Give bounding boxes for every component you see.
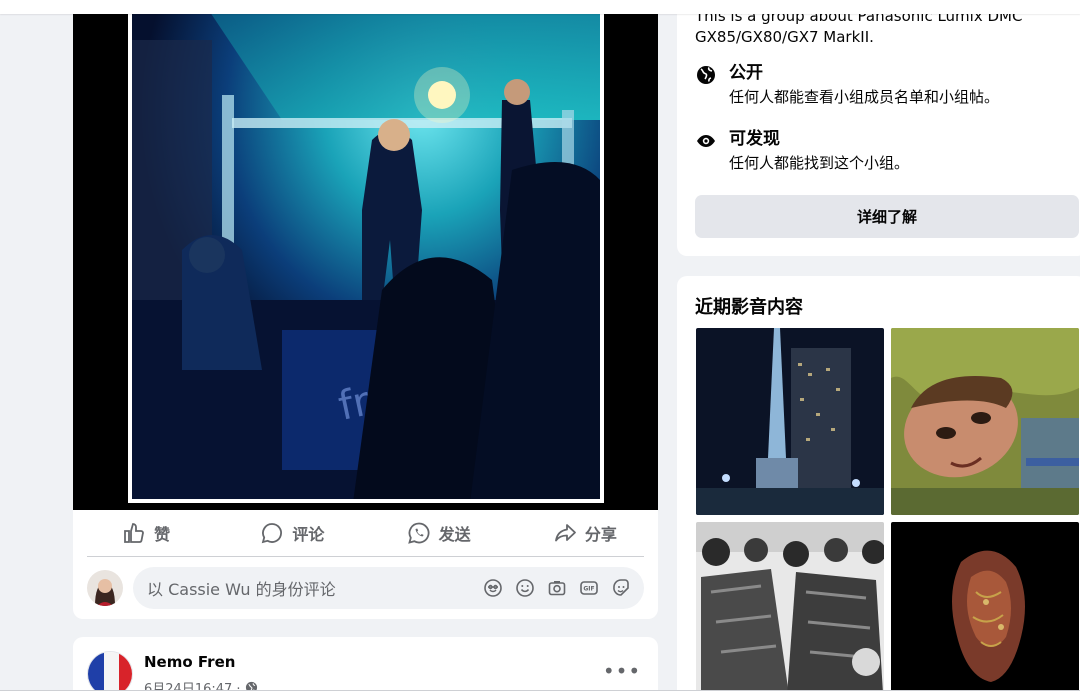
visibility-row: 可发现 任何人都能找到这个小组。: [695, 128, 909, 174]
like-label: 赞: [154, 525, 171, 544]
next-post-card: Nemo Fren 6月24日16:47 · •••: [73, 637, 658, 693]
post-card: france 赞 评论 发送 分享: [73, 0, 658, 619]
svg-text:GIF: GIF: [583, 586, 594, 593]
media-thumbnail[interactable]: [891, 522, 1079, 693]
visible-title: 可发现: [729, 129, 780, 149]
face-portrait-photo: [891, 328, 1079, 515]
concert-photo: france: [128, 0, 604, 503]
visible-description: 任何人都能找到这个小组。: [729, 154, 910, 172]
comment-input[interactable]: 以 Cassie Wu 的身份评论 GIF: [133, 567, 644, 609]
share-label: 分享: [584, 525, 617, 544]
public-description: 任何人都能查看小组成员名单和小组帖。: [729, 88, 1000, 106]
bw-crowd-photo: [696, 522, 884, 693]
comment-label: 评论: [292, 525, 325, 544]
sticker-icon[interactable]: [608, 575, 634, 601]
more-options-button[interactable]: •••: [603, 659, 640, 683]
comment-placeholder: 以 Cassie Wu 的身份评论: [147, 580, 336, 599]
post-photo[interactable]: france: [73, 0, 658, 510]
media-thumbnail[interactable]: [891, 328, 1079, 515]
author-avatar[interactable]: [87, 651, 133, 693]
gif-icon[interactable]: GIF: [576, 575, 602, 601]
like-button[interactable]: 赞: [73, 514, 219, 552]
avatar-sticker-icon[interactable]: [480, 575, 506, 601]
night-monument-photo: [696, 328, 884, 515]
recent-media-card: 近期影音内容: [677, 276, 1080, 693]
emoji-icon[interactable]: [512, 575, 538, 601]
media-title: 近期影音内容: [695, 297, 803, 318]
divider: [87, 556, 644, 557]
camera-icon[interactable]: [544, 575, 570, 601]
eye-icon: [697, 135, 715, 147]
share-button[interactable]: 分享: [512, 514, 658, 552]
post-actions: 赞 评论 发送 分享: [73, 510, 658, 556]
sculpture-photo: [891, 522, 1079, 693]
top-bar: [0, 0, 1080, 14]
comment-icon: [262, 523, 283, 544]
about-card: This is a group about Panasonic Lumix DM…: [677, 0, 1080, 256]
privacy-row: 公开 任何人都能查看小组成员名单和小组帖。: [695, 62, 999, 108]
media-thumbnail[interactable]: [696, 522, 884, 693]
whatsapp-send-icon: [407, 522, 430, 544]
like-icon: [124, 523, 144, 543]
public-title: 公开: [729, 63, 763, 83]
comment-composer: 以 Cassie Wu 的身份评论 GIF: [87, 565, 644, 611]
globe-icon: [697, 66, 715, 84]
comment-button[interactable]: 评论: [219, 514, 365, 552]
send-button[interactable]: 发送: [366, 514, 512, 552]
avatar[interactable]: [87, 570, 123, 606]
share-icon: [554, 524, 576, 542]
media-thumbnail[interactable]: [696, 328, 884, 515]
author-name[interactable]: Nemo Fren: [144, 653, 235, 671]
send-label: 发送: [438, 525, 471, 544]
learn-more-button[interactable]: 详细了解: [695, 195, 1079, 238]
